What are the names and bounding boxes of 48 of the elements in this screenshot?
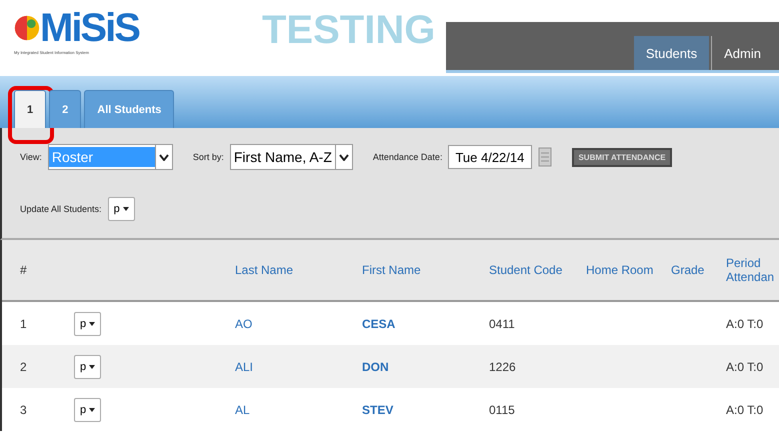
status-dropdown[interactable]: p bbox=[74, 312, 102, 336]
section-tab[interactable]: All Students bbox=[84, 90, 174, 128]
sort-dropdown[interactable]: First Name, A-Z bbox=[230, 144, 353, 170]
row-number: 2 bbox=[19, 360, 28, 374]
student-code: 0115 bbox=[489, 402, 516, 416]
status-dropdown[interactable]: p bbox=[74, 398, 102, 422]
date-field[interactable]: Tue 4/22/14 bbox=[448, 145, 532, 169]
column-header[interactable]: Period Attendan bbox=[726, 256, 779, 284]
row-number: 1 bbox=[19, 316, 28, 330]
column-header: # bbox=[19, 263, 28, 277]
logo-text: MiSiS bbox=[40, 6, 139, 50]
caret-icon bbox=[89, 322, 96, 326]
view-label: View: bbox=[20, 152, 42, 162]
period-attendance: A:0 T:0 bbox=[726, 360, 764, 374]
status-dropdown[interactable]: p bbox=[108, 197, 135, 221]
caret-icon bbox=[158, 154, 169, 160]
row-number: 3 bbox=[19, 402, 28, 416]
submit-button[interactable]: SUBMIT ATTENDANCE bbox=[572, 148, 672, 166]
first-name-link[interactable]: CESA bbox=[362, 316, 489, 330]
last-name-link[interactable]: ALI bbox=[235, 360, 362, 374]
period-attendance: A:0 T:0 bbox=[726, 316, 764, 330]
last-name-link[interactable]: AO bbox=[235, 316, 362, 330]
environment-title: TESTING bbox=[261, 7, 436, 54]
period-attendance: A:0 T:0 bbox=[726, 402, 764, 416]
sort-label: Sort by: bbox=[192, 152, 224, 162]
calendar-icon[interactable] bbox=[538, 147, 552, 167]
last-name-link[interactable]: AL bbox=[235, 402, 362, 416]
caret-icon bbox=[122, 207, 129, 212]
date-label: Attendance Date: bbox=[372, 152, 442, 162]
caret-icon bbox=[89, 408, 96, 412]
caret-icon bbox=[338, 154, 349, 160]
section-tab[interactable]: 2 bbox=[49, 90, 82, 128]
column-header[interactable]: Home Room bbox=[586, 263, 671, 277]
first-name-link[interactable]: DON bbox=[362, 360, 489, 374]
student-code: 0411 bbox=[489, 316, 516, 330]
section-tab[interactable]: 1 bbox=[14, 90, 46, 128]
column-header[interactable]: Last Name bbox=[235, 263, 362, 277]
first-name-link[interactable]: STEV bbox=[362, 402, 489, 416]
column-header[interactable]: Student Code bbox=[489, 263, 586, 277]
caret-icon bbox=[89, 364, 96, 369]
student-code: 1226 bbox=[489, 360, 517, 374]
globe-icon bbox=[14, 13, 40, 43]
status-dropdown[interactable]: p bbox=[74, 354, 102, 378]
view-dropdown[interactable]: Roster bbox=[48, 144, 173, 170]
column-header[interactable]: Grade bbox=[671, 263, 726, 277]
nav-tab[interactable]: Students bbox=[634, 36, 710, 70]
column-header[interactable]: First Name bbox=[362, 263, 489, 277]
update-label: Update All Students: bbox=[20, 204, 102, 214]
